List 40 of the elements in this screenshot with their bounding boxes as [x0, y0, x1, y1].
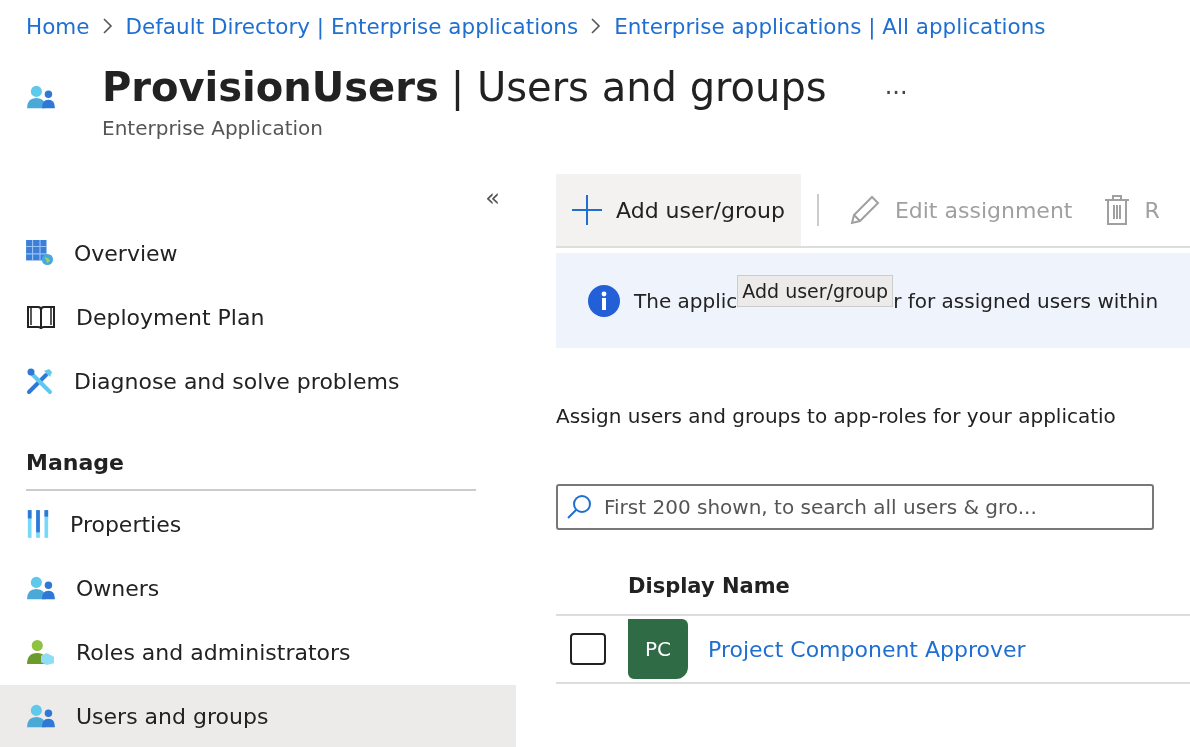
search-field[interactable]: First 200 shown, to search all users & gro... — [556, 484, 1154, 530]
column-header[interactable]: Display Name — [556, 530, 1190, 616]
section-header: Manage — [26, 414, 476, 491]
toolbar-button[interactable]: Add user/group — [556, 174, 801, 246]
page-subtitle-title: | Users and groups — [450, 64, 827, 110]
sidebar-item[interactable]: Properties — [0, 493, 516, 555]
avatar: PC — [628, 619, 688, 679]
people-icon — [26, 703, 56, 729]
grid-globe-icon — [26, 240, 54, 266]
book-icon — [26, 303, 56, 331]
row-checkbox[interactable] — [570, 633, 606, 665]
app-type-label: Enterprise Application — [102, 116, 324, 140]
sidebar-item[interactable]: Overview — [0, 222, 516, 284]
name-link[interactable]: Project Component Approver — [708, 636, 1026, 662]
tooltip: Add user/group — [737, 274, 894, 307]
pencil-icon — [848, 194, 881, 226]
collapse-button[interactable]: « — [485, 174, 500, 222]
people-icon — [26, 575, 56, 601]
sidebar-item[interactable]: Diagnose and solve problems — [0, 350, 516, 412]
sidebar-item[interactable]: Owners — [0, 557, 516, 619]
chevron-icon — [590, 18, 603, 34]
plus-icon — [572, 195, 602, 225]
sidebar-item[interactable]: Users and groups — [0, 685, 516, 747]
sidebar-item[interactable]: Deployment Plan — [0, 286, 516, 348]
sidebar-item[interactable]: Roles and administrators — [0, 621, 516, 683]
person-cube-icon — [26, 639, 56, 665]
info-text: The applic — [634, 288, 738, 313]
description-text: Assign users and groups to app-roles for your applicatio — [556, 404, 1117, 428]
chevron-icon — [101, 18, 114, 34]
breadcrumb-link[interactable]: Enterprise applications | All applications — [614, 13, 1046, 39]
trash-icon — [1104, 194, 1131, 226]
breadcrumb-link[interactable]: Home — [26, 13, 90, 39]
info-text: r for assigned users within — [893, 288, 1159, 313]
page-title: ProvisionUsers — [102, 64, 439, 110]
bars-icon — [26, 509, 50, 539]
breadcrumb-link[interactable]: Default Directory | Enterprise applications — [125, 13, 579, 39]
app-people-icon — [26, 84, 56, 110]
tools-icon — [26, 367, 54, 395]
more-button[interactable]: ··· — [878, 78, 914, 108]
info-icon — [588, 284, 620, 317]
